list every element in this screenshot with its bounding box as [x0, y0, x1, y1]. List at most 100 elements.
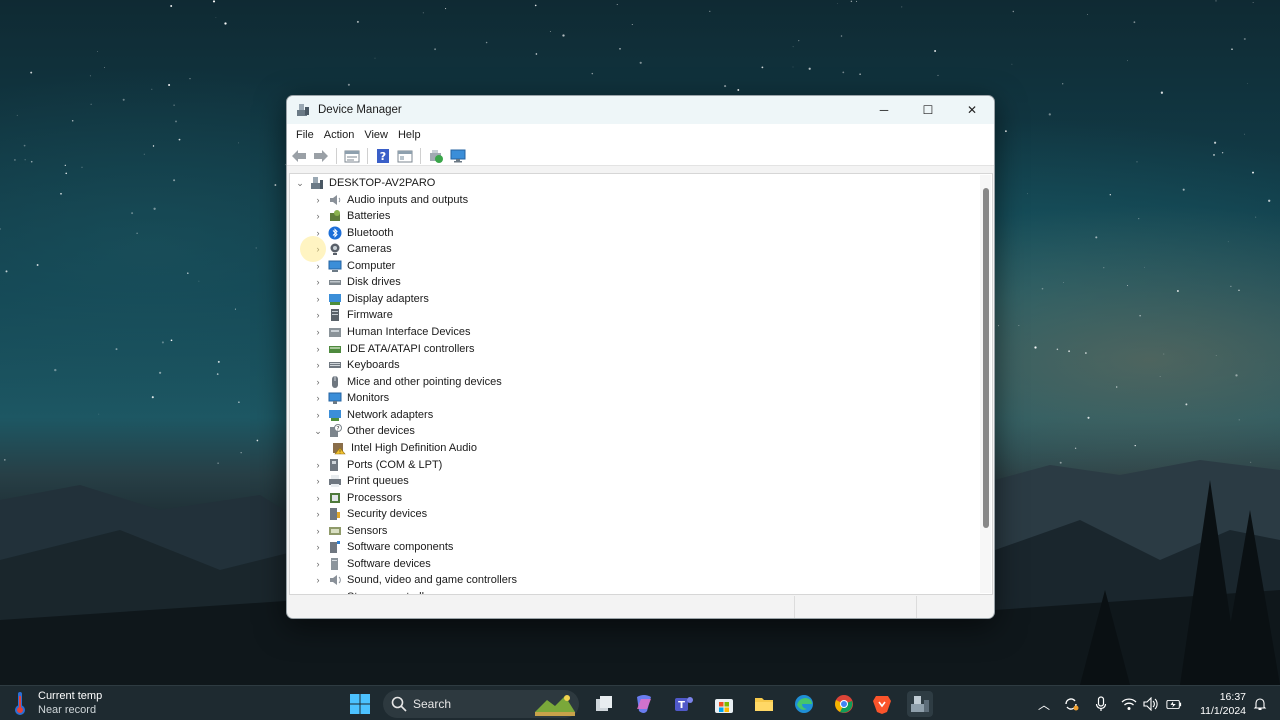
- tree-category-item[interactable]: › Software devices: [312, 556, 431, 572]
- chevron-down-icon[interactable]: ⌄: [294, 178, 306, 189]
- chevron-right-icon[interactable]: ›: [312, 559, 324, 569]
- chevron-right-icon[interactable]: ›: [312, 526, 324, 536]
- tree-root[interactable]: ⌄ DESKTOP-AV2PARO: [294, 175, 435, 191]
- notifications-button[interactable]: [1252, 696, 1268, 712]
- tree-category-item[interactable]: › Monitors: [312, 390, 389, 406]
- tree-category-item[interactable]: › Software components: [312, 539, 453, 555]
- chrome-button[interactable]: [831, 691, 857, 717]
- brave-button[interactable]: [869, 691, 895, 717]
- tree-category-item[interactable]: › Print queues: [312, 473, 409, 489]
- chevron-down-icon[interactable]: ⌄: [312, 426, 324, 437]
- menu-help[interactable]: Help: [393, 129, 426, 141]
- tree-category-item[interactable]: › Mice and other pointing devices: [312, 374, 502, 390]
- chevron-right-icon[interactable]: ›: [312, 493, 324, 503]
- window-title: Device Manager: [318, 104, 402, 116]
- forward-button[interactable]: [312, 147, 330, 165]
- menu-action[interactable]: Action: [319, 129, 360, 141]
- tree-category-item[interactable]: › Disk drives: [312, 274, 401, 290]
- search-placeholder: Search: [413, 697, 452, 711]
- tree-category-item[interactable]: › Sensors: [312, 523, 388, 539]
- tree-category-item[interactable]: › IDE ATA/ATAPI controllers: [312, 341, 475, 357]
- menu-view[interactable]: View: [359, 129, 393, 141]
- tree-category-item[interactable]: › Audio inputs and outputs: [312, 192, 469, 208]
- wifi-tray-button[interactable]: [1121, 696, 1137, 712]
- start-button[interactable]: [347, 691, 373, 717]
- tree-item-label: Sensors: [347, 524, 388, 537]
- taskbar-clock[interactable]: 16:37 11/1/2024: [1190, 690, 1246, 718]
- tree-category-item[interactable]: › Keyboards: [312, 357, 400, 373]
- store-button[interactable]: [711, 691, 737, 717]
- volume-tray-button[interactable]: [1143, 696, 1159, 712]
- status-cell: [795, 596, 917, 618]
- weather-title: Current temp: [38, 690, 103, 702]
- menu-file[interactable]: File: [291, 129, 319, 141]
- tree-category-item[interactable]: › Firmware: [312, 307, 393, 323]
- taskbar-search[interactable]: Search: [383, 690, 579, 718]
- chevron-right-icon[interactable]: ›: [312, 575, 324, 585]
- copilot-button[interactable]: [631, 691, 657, 717]
- chevron-right-icon[interactable]: ›: [312, 410, 324, 420]
- properties-button[interactable]: [343, 147, 361, 165]
- tree-category-item[interactable]: › Security devices: [312, 506, 427, 522]
- task-view-icon: [596, 696, 612, 711]
- tree-category-item[interactable]: › Computer: [312, 258, 395, 274]
- tree-category-item[interactable]: › Human Interface Devices: [312, 324, 471, 340]
- edge-button[interactable]: [791, 691, 817, 717]
- help-button[interactable]: ?: [374, 147, 392, 165]
- maximize-icon: ☐: [922, 103, 934, 117]
- back-button[interactable]: [290, 147, 308, 165]
- view-button[interactable]: [396, 147, 414, 165]
- tree-category-item[interactable]: ⌄? Other devices: [312, 423, 415, 439]
- chevron-right-icon[interactable]: ›: [312, 344, 324, 354]
- vertical-scrollbar[interactable]: [980, 175, 991, 593]
- tree-item-label: Print queues: [347, 475, 409, 487]
- chevron-right-icon[interactable]: ›: [312, 277, 324, 287]
- tree-category-item[interactable]: › Bluetooth: [312, 225, 393, 241]
- minimize-button[interactable]: ─: [862, 96, 906, 124]
- tree-category-item[interactable]: › Sound, video and game controllers: [312, 572, 518, 588]
- chevron-right-icon[interactable]: ›: [312, 261, 324, 271]
- chevron-right-icon[interactable]: ›: [312, 211, 324, 221]
- chevron-right-icon[interactable]: ›: [312, 476, 324, 486]
- task-view-button[interactable]: [591, 691, 617, 717]
- chevron-right-icon[interactable]: ›: [312, 294, 324, 304]
- chevron-right-icon[interactable]: ›: [312, 509, 324, 519]
- keyboard-icon: [329, 362, 341, 369]
- chevron-right-icon[interactable]: ›: [312, 542, 324, 552]
- show-hidden-icons-button[interactable]: ︿: [1036, 696, 1052, 712]
- chevron-right-icon[interactable]: ›: [312, 195, 324, 205]
- chevron-right-icon[interactable]: ›: [312, 393, 324, 403]
- chevron-right-icon[interactable]: ›: [312, 310, 324, 320]
- tree-category-item[interactable]: › Processors: [312, 490, 403, 506]
- chevron-right-icon[interactable]: ›: [312, 360, 324, 370]
- monitor-button[interactable]: [449, 147, 467, 165]
- tree-category-item[interactable]: › Batteries: [312, 208, 390, 224]
- mouse-icon: [332, 375, 338, 388]
- chevron-right-icon[interactable]: ›: [312, 377, 324, 387]
- teams-button[interactable]: T: [671, 691, 697, 717]
- tree-child-item[interactable]: ! Intel High Definition Audio: [328, 440, 477, 456]
- chevron-right-icon[interactable]: ›: [312, 592, 324, 594]
- tree-category-item[interactable]: › Network adapters: [312, 407, 433, 423]
- tree-category-item[interactable]: › Display adapters: [312, 291, 429, 307]
- maximize-button[interactable]: ☐: [906, 96, 950, 124]
- device-manager-icon: [297, 104, 309, 116]
- device-manager-taskbar-button[interactable]: [907, 691, 933, 717]
- scan-hardware-button[interactable]: [427, 147, 445, 165]
- folder-icon: [755, 698, 773, 711]
- chevron-right-icon[interactable]: ›: [312, 460, 324, 470]
- weather-widget[interactable]: Current temp Near record: [12, 689, 102, 717]
- tree-category-item[interactable]: › Storage controllers: [312, 589, 439, 594]
- battery-tray-button[interactable]: [1166, 696, 1182, 712]
- chevron-up-icon: ︿: [1037, 697, 1050, 712]
- file-explorer-button[interactable]: [751, 691, 777, 717]
- microphone-tray-button[interactable]: [1093, 696, 1109, 712]
- chevron-right-icon[interactable]: ›: [312, 327, 324, 337]
- title-bar[interactable]: Device Manager ─ ☐ ✕: [287, 96, 994, 124]
- close-button[interactable]: ✕: [950, 96, 994, 124]
- tree-category-item[interactable]: › Ports (COM & LPT): [312, 457, 442, 473]
- svg-text:T: T: [678, 700, 685, 711]
- tree-item-label: Bluetooth: [347, 226, 394, 239]
- scrollbar-thumb[interactable]: [983, 188, 989, 528]
- sync-tray-button[interactable]: [1063, 696, 1079, 712]
